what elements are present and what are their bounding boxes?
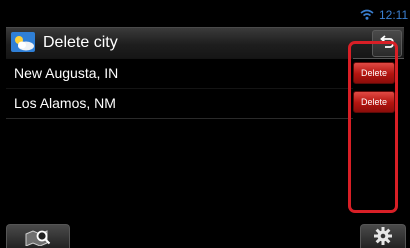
page-title: Delete city xyxy=(43,34,118,51)
delete-button[interactable]: Delete xyxy=(353,91,395,113)
list-item[interactable]: New Augusta, IN xyxy=(6,58,353,89)
map-search-icon xyxy=(25,230,51,246)
city-name: New Augusta, IN xyxy=(14,65,119,81)
list-item[interactable]: Los Alamos, NM xyxy=(6,88,353,119)
gear-icon xyxy=(374,227,392,245)
city-list: New Augusta, IN Los Alamos, NM xyxy=(6,58,404,212)
map-search-button[interactable] xyxy=(6,224,70,248)
delete-city-screen: 12:11 Delete city New Augusta, IN Los Al… xyxy=(0,0,410,248)
delete-column-highlight: Delete Delete xyxy=(348,41,398,213)
settings-button[interactable] xyxy=(360,224,406,248)
title-bar: Delete city xyxy=(6,27,404,59)
clock: 12:11 xyxy=(379,8,409,22)
delete-button[interactable]: Delete xyxy=(353,62,395,84)
status-bar: 12:11 xyxy=(0,0,410,27)
city-name: Los Alamos, NM xyxy=(14,95,116,111)
weather-icon xyxy=(11,32,35,52)
bottom-bar xyxy=(0,218,410,248)
wifi-icon xyxy=(360,9,374,20)
